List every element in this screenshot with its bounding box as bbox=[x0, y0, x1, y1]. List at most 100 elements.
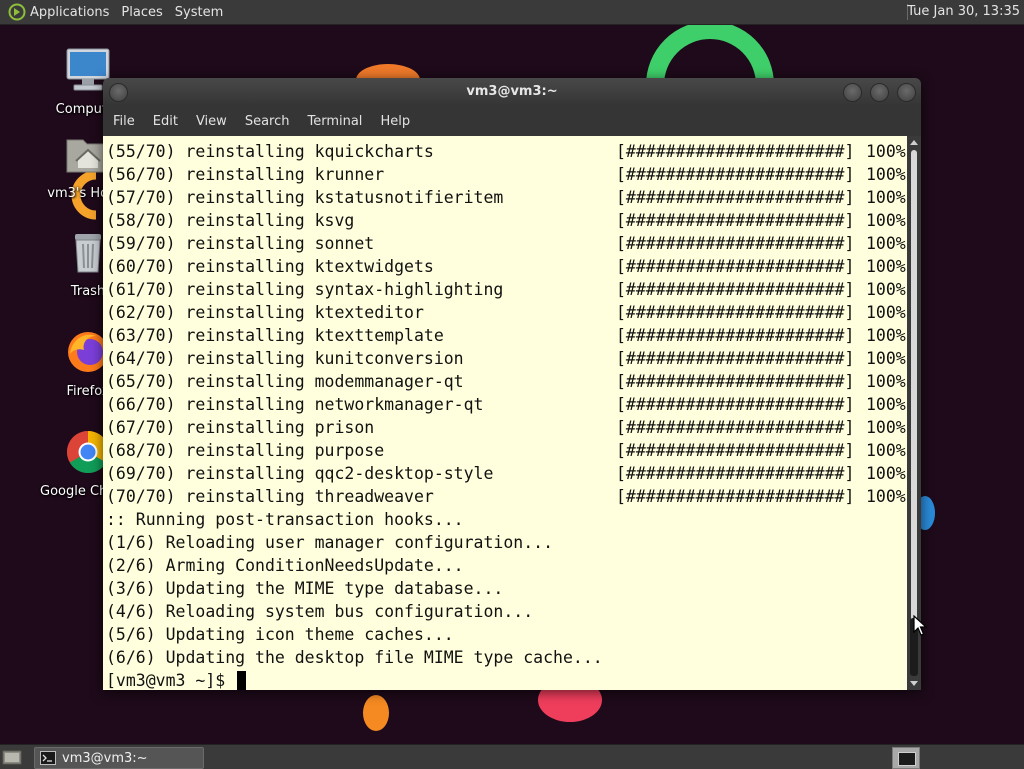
terminal-line: (56/70) reinstalling krunner [###########… bbox=[106, 163, 906, 186]
install-step-text: (63/70) reinstalling ktexttemplate bbox=[106, 326, 444, 345]
terminal-line: :: Running post-transaction hooks... bbox=[106, 510, 464, 529]
progress-bar-text: [######################] bbox=[616, 464, 855, 483]
install-step-text: (57/70) reinstalling kstatusnotifieritem bbox=[106, 188, 504, 207]
terminal-line: (64/70) reinstalling kunitconversion [###… bbox=[106, 347, 906, 370]
terminal-line: (67/70) reinstalling prison [############… bbox=[106, 416, 906, 439]
menu-edit[interactable]: Edit bbox=[149, 114, 182, 129]
progress-bar-text: [######################] bbox=[616, 303, 855, 322]
terminal-line: (65/70) reinstalling modemmanager-qt [###… bbox=[106, 370, 906, 393]
scrollbar-track[interactable] bbox=[911, 150, 917, 676]
install-step-text: (55/70) reinstalling kquickcharts bbox=[106, 142, 434, 161]
terminal-line: (5/6) Updating icon theme caches... bbox=[106, 625, 454, 644]
install-step-text: (64/70) reinstalling kunitconversion bbox=[106, 349, 464, 368]
terminal-line: (62/70) reinstalling ktexteditor [#######… bbox=[106, 301, 906, 324]
terminal-scrollbar[interactable] bbox=[907, 136, 921, 690]
menu-places[interactable]: Places bbox=[121, 5, 162, 20]
workspace-switcher[interactable] bbox=[892, 747, 920, 769]
terminal-line: (59/70) reinstalling sonnet [############… bbox=[106, 232, 906, 255]
progress-percent: 100% bbox=[866, 142, 906, 161]
terminal-prompt-line: [vm3@vm3 ~]$ bbox=[106, 669, 603, 690]
clock[interactable]: Tue Jan 30, 13:35 bbox=[907, 4, 1020, 19]
terminal-output[interactable]: (55/70) reinstalling kquickcharts [######… bbox=[103, 136, 907, 690]
progress-percent: 100% bbox=[866, 188, 906, 207]
menu-system[interactable]: System bbox=[175, 5, 223, 20]
menu-file[interactable]: File bbox=[109, 114, 139, 129]
progress-bar-text: [######################] bbox=[616, 349, 855, 368]
install-step-text: (69/70) reinstalling qqc2-desktop-style bbox=[106, 464, 494, 483]
mouse-pointer-icon bbox=[913, 615, 927, 636]
window-title: vm3@vm3:~ bbox=[466, 84, 558, 99]
install-step-text: (60/70) reinstalling ktextwidgets bbox=[106, 257, 434, 276]
progress-percent: 100% bbox=[866, 280, 906, 299]
menu-help[interactable]: Help bbox=[376, 114, 414, 129]
install-step-text: (70/70) reinstalling threadweaver bbox=[106, 487, 434, 506]
minimize-button[interactable] bbox=[843, 83, 862, 102]
menu-terminal[interactable]: Terminal bbox=[303, 114, 366, 129]
menu-applications[interactable]: Applications bbox=[30, 5, 109, 20]
terminal-line: (61/70) reinstalling syntax-highlighting… bbox=[106, 278, 906, 301]
progress-percent: 100% bbox=[866, 441, 906, 460]
progress-percent: 100% bbox=[866, 234, 906, 253]
install-step-text: (58/70) reinstalling ksvg bbox=[106, 211, 355, 230]
terminal-line: (58/70) reinstalling ksvg [##############… bbox=[106, 209, 906, 232]
terminal-line: (55/70) reinstalling kquickcharts [######… bbox=[106, 140, 906, 163]
taskbar-label: vm3@vm3:~ bbox=[62, 750, 148, 766]
install-step-text: (56/70) reinstalling krunner bbox=[106, 165, 385, 184]
progress-percent: 100% bbox=[866, 257, 906, 276]
maximize-button[interactable] bbox=[870, 83, 889, 102]
progress-bar-text: [######################] bbox=[616, 395, 855, 414]
progress-percent: 100% bbox=[866, 487, 906, 506]
install-step-text: (65/70) reinstalling modemmanager-qt bbox=[106, 372, 464, 391]
progress-bar-text: [######################] bbox=[616, 372, 855, 391]
install-step-text: (68/70) reinstalling purpose bbox=[106, 441, 385, 460]
scroll-down-arrow-icon[interactable] bbox=[910, 681, 918, 686]
terminal-line: (63/70) reinstalling ktexttemplate [#####… bbox=[106, 324, 906, 347]
progress-percent: 100% bbox=[866, 395, 906, 414]
progress-bar-text: [######################] bbox=[616, 165, 855, 184]
progress-percent: 100% bbox=[866, 165, 906, 184]
terminal-line: (1/6) Reloading user manager configurati… bbox=[106, 533, 554, 552]
progress-percent: 100% bbox=[866, 418, 906, 437]
install-step-text: (67/70) reinstalling prison bbox=[106, 418, 375, 437]
install-step-text: (61/70) reinstalling syntax-highlighting bbox=[106, 280, 504, 299]
progress-bar-text: [######################] bbox=[616, 142, 855, 161]
install-step-text: (59/70) reinstalling sonnet bbox=[106, 234, 375, 253]
shell-prompt: [vm3@vm3 ~]$ bbox=[106, 671, 236, 690]
taskbar-terminal-button[interactable]: vm3@vm3:~ bbox=[34, 747, 204, 769]
terminal-line: (68/70) reinstalling purpose [###########… bbox=[106, 439, 906, 462]
terminal-line: (70/70) reinstalling threadweaver [######… bbox=[106, 485, 906, 508]
terminal-titlebar[interactable]: vm3@vm3:~ bbox=[103, 78, 921, 106]
close-button[interactable] bbox=[897, 83, 916, 102]
terminal-line: (60/70) reinstalling ktextwidgets [######… bbox=[106, 255, 906, 278]
progress-percent: 100% bbox=[866, 326, 906, 345]
top-panel: Applications Places System Tue Jan 30, 1… bbox=[0, 0, 1024, 25]
menu-search[interactable]: Search bbox=[241, 114, 294, 129]
terminal-line: (6/6) Updating the desktop file MIME typ… bbox=[106, 648, 603, 667]
terminal-window[interactable]: vm3@vm3:~ File Edit View Search Terminal… bbox=[103, 78, 921, 690]
terminal-line: (66/70) reinstalling networkmanager-qt [#… bbox=[106, 393, 906, 416]
progress-bar-text: [######################] bbox=[616, 211, 855, 230]
progress-percent: 100% bbox=[866, 211, 906, 230]
progress-percent: 100% bbox=[866, 303, 906, 322]
progress-bar-text: [######################] bbox=[616, 234, 855, 253]
progress-bar-text: [######################] bbox=[616, 280, 855, 299]
terminal-line: (4/6) Reloading system bus configuration… bbox=[106, 602, 534, 621]
progress-percent: 100% bbox=[866, 349, 906, 368]
terminal-line: (3/6) Updating the MIME type database... bbox=[106, 579, 504, 598]
progress-percent: 100% bbox=[866, 372, 906, 391]
terminal-lines: (55/70) reinstalling kquickcharts [######… bbox=[106, 140, 906, 690]
workspace-1[interactable] bbox=[898, 752, 916, 766]
scroll-up-arrow-icon[interactable] bbox=[910, 140, 918, 145]
show-desktop-icon[interactable] bbox=[2, 748, 22, 766]
progress-bar-text: [######################] bbox=[616, 441, 855, 460]
mate-logo-icon[interactable] bbox=[8, 3, 26, 21]
install-step-text: (66/70) reinstalling networkmanager-qt bbox=[106, 395, 484, 414]
terminal-line: (2/6) Arming ConditionNeedsUpdate... bbox=[106, 556, 464, 575]
install-step-text: (62/70) reinstalling ktexteditor bbox=[106, 303, 424, 322]
progress-bar-text: [######################] bbox=[616, 326, 855, 345]
progress-percent: 100% bbox=[866, 464, 906, 483]
terminal-line: (57/70) reinstalling kstatusnotifieritem… bbox=[106, 186, 906, 209]
menu-view[interactable]: View bbox=[192, 114, 231, 129]
progress-bar-text: [######################] bbox=[616, 487, 855, 506]
bottom-panel: vm3@vm3:~ bbox=[0, 744, 1024, 769]
